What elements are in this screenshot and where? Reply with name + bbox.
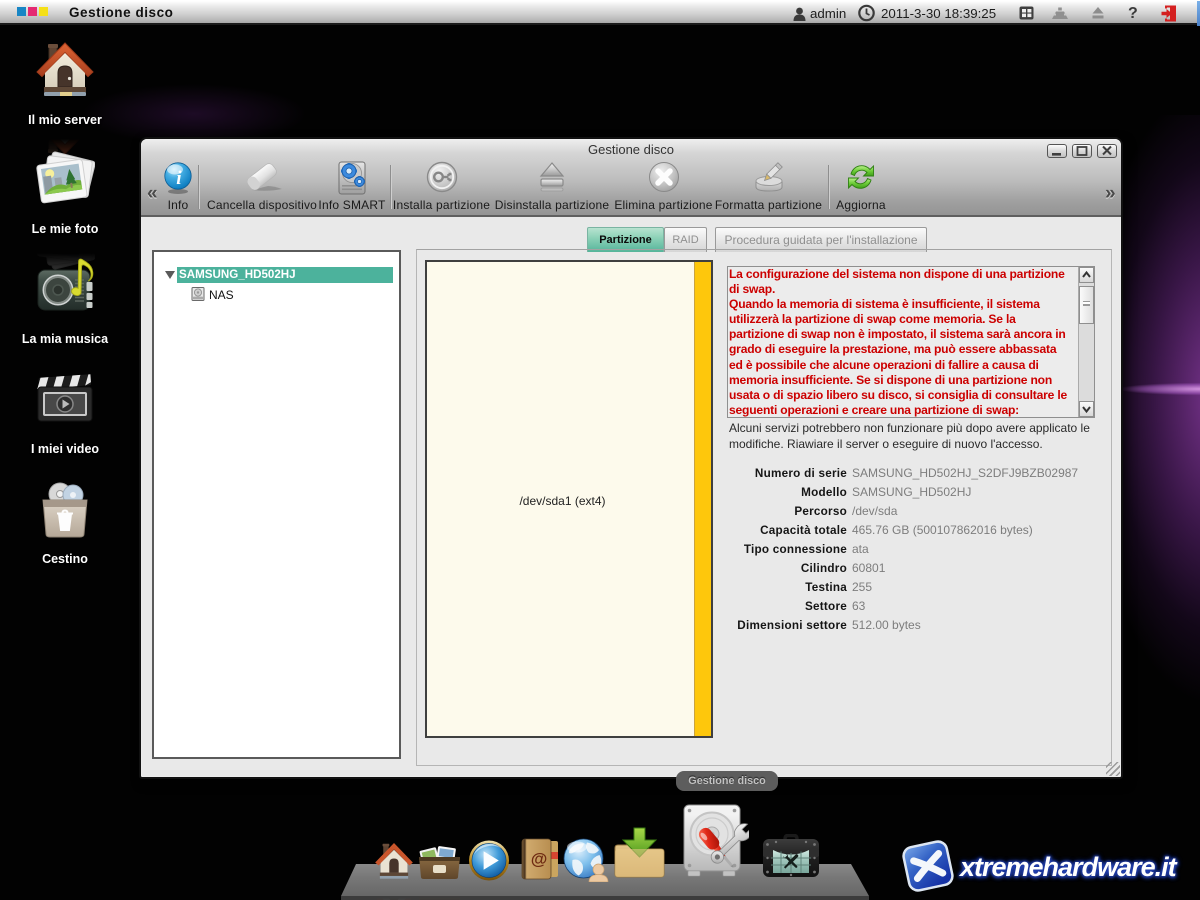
svg-text:@: @ xyxy=(531,850,548,869)
svg-text:i: i xyxy=(176,168,182,189)
